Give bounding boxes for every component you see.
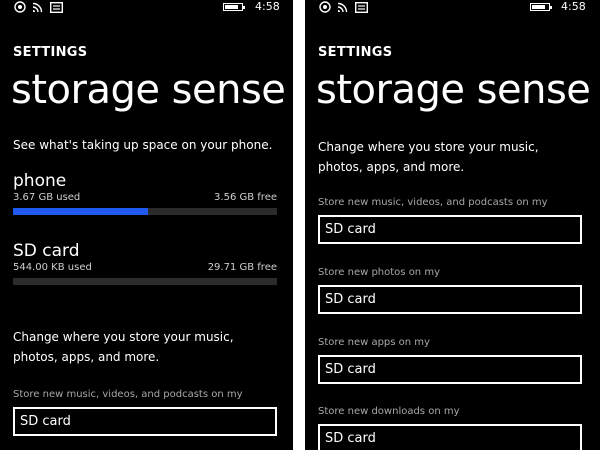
right-phone-screen: 4:58 SETTINGS storage sense Change where… (305, 0, 600, 450)
clock: 4:58 (561, 0, 586, 13)
message-icon (50, 1, 63, 13)
music-location-select[interactable]: SD card (318, 215, 582, 244)
device-name: SD card (13, 241, 80, 261)
status-bar: 4:58 (305, 0, 600, 16)
page-title: storage sense (11, 67, 286, 113)
usage-bar-fill (13, 208, 148, 215)
battery-level (225, 5, 239, 9)
apps-location-select[interactable]: SD card (318, 355, 582, 384)
downloads-location-label: Store new downloads on my (318, 406, 460, 417)
device-usage-row: 3.67 GB used 3.56 GB free (13, 191, 277, 205)
device-phone[interactable]: phone 3.67 GB used 3.56 GB free (13, 171, 277, 215)
nfc-icon (14, 1, 26, 13)
page-title: storage sense (316, 67, 591, 113)
change-location-text: Change where you store your music, photo… (318, 140, 539, 174)
wifi-icon (32, 2, 43, 13)
used-space: 3.67 GB used (13, 192, 81, 203)
section-label: SETTINGS (13, 45, 88, 60)
wifi-icon (337, 2, 348, 13)
music-location-label: Store new music, videos, and podcasts on… (318, 197, 548, 208)
apps-location-label: Store new apps on my (318, 337, 430, 348)
status-icons (319, 0, 368, 14)
battery-level (532, 5, 546, 9)
music-location-select[interactable]: SD card (13, 407, 277, 436)
device-usage-row: 544.00 KB used 29.71 GB free (13, 261, 277, 275)
section-label: SETTINGS (318, 45, 393, 60)
used-space: 544.00 KB used (13, 262, 92, 273)
usage-bar (13, 208, 277, 215)
battery-icon (223, 3, 245, 11)
music-location-label: Store new music, videos, and podcasts on… (13, 389, 243, 400)
battery-icon (530, 3, 552, 11)
change-location-text: Change where you store your music, photo… (13, 330, 234, 364)
message-icon (355, 1, 368, 13)
free-space: 29.71 GB free (207, 262, 277, 273)
device-sd-card[interactable]: SD card 544.00 KB used 29.71 GB free (13, 241, 277, 285)
intro-text: See what's taking up space on your phone… (13, 138, 273, 152)
left-phone-screen: 4:58 SETTINGS storage sense See what's t… (0, 0, 293, 450)
usage-bar (13, 278, 277, 285)
free-space: 3.56 GB free (214, 192, 277, 203)
photos-location-label: Store new photos on my (318, 267, 440, 278)
nfc-icon (319, 1, 331, 13)
device-name: phone (13, 171, 67, 191)
downloads-location-select[interactable]: SD card (318, 424, 582, 450)
photos-location-select[interactable]: SD card (318, 285, 582, 314)
status-icons (14, 0, 63, 14)
clock: 4:58 (255, 0, 280, 13)
status-bar: 4:58 (0, 0, 293, 16)
